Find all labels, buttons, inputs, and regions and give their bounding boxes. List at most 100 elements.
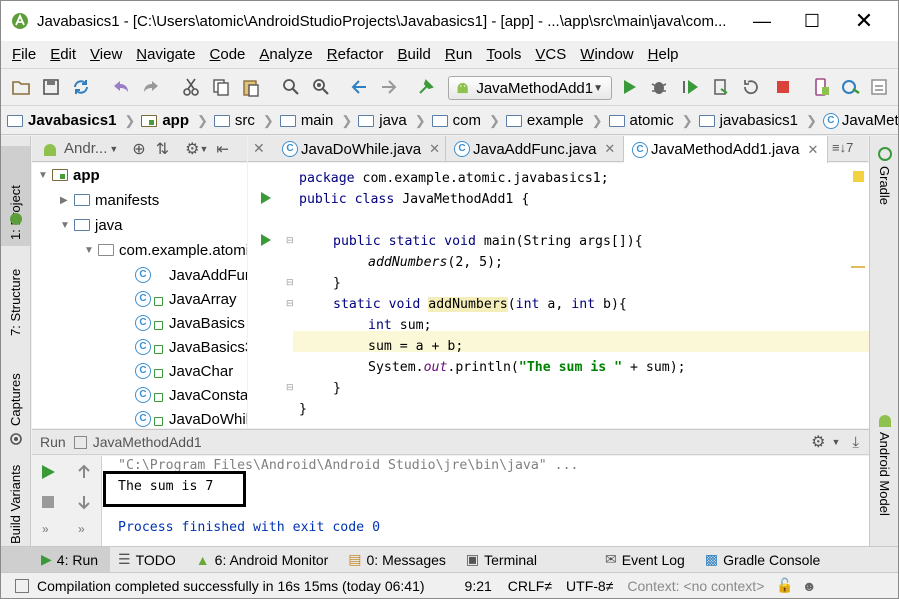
scroll-from-source-icon[interactable]: ⊕	[132, 139, 145, 159]
close-icon[interactable]: ✕	[253, 140, 265, 157]
android-device-monitor-icon[interactable]	[869, 77, 889, 97]
run-main-icon[interactable]	[260, 233, 272, 247]
settings-gear-icon[interactable]: ⚙	[185, 139, 199, 159]
run-class-icon[interactable]	[260, 191, 272, 205]
tab-javaaddfunc[interactable]: C JavaAddFunc.java ✕	[446, 136, 624, 162]
project-tool-button[interactable]: 1: Project	[1, 146, 30, 246]
crumb-class[interactable]: CJavaMethodAdd1	[817, 112, 898, 129]
context-indicator[interactable]: Context: <no context>	[627, 578, 764, 594]
tree-item-class[interactable]: C JavaChar	[135, 359, 233, 383]
tree-item-class[interactable]: C JavaArray	[135, 287, 237, 311]
more-actions-icon[interactable]: »	[42, 522, 49, 536]
menu-code[interactable]: Code	[203, 46, 253, 63]
inspector-icon[interactable]: ☻	[802, 578, 817, 594]
menu-build[interactable]: Build	[390, 46, 437, 63]
menu-tools[interactable]: Tools	[479, 46, 528, 63]
open-folder-icon[interactable]	[11, 77, 31, 97]
copy-icon[interactable]	[211, 77, 231, 97]
menu-help[interactable]: Help	[641, 46, 686, 63]
file-encoding[interactable]: UTF-8≠	[566, 578, 613, 594]
crumb-src[interactable]: src ❯	[208, 112, 274, 129]
stop-icon[interactable]	[40, 494, 56, 510]
tab-run[interactable]: ▶ 4: Run	[1, 546, 111, 573]
run-console[interactable]: "C:\Program Files\Android\Android Studio…	[102, 456, 869, 546]
profile-icon[interactable]	[711, 77, 731, 97]
sdk-manager-icon[interactable]	[841, 77, 861, 97]
tab-messages[interactable]: ▤ 0: Messages	[340, 547, 458, 573]
expand-arrow-icon[interactable]: ▼	[60, 220, 74, 231]
cut-icon[interactable]	[181, 77, 201, 97]
lock-icon[interactable]: 🔓	[776, 577, 793, 594]
rerun-icon[interactable]	[40, 464, 56, 480]
crumb-example[interactable]: example ❯	[500, 112, 603, 129]
sync-icon[interactable]	[71, 77, 91, 97]
expand-arrow-icon[interactable]: ▼	[84, 245, 98, 256]
toggle-tool-windows-icon[interactable]	[15, 578, 29, 593]
run-icon[interactable]	[619, 77, 639, 97]
tab-event-log[interactable]: ✉ Event Log	[597, 547, 697, 573]
expand-arrow-icon[interactable]: ▼	[38, 170, 52, 181]
forward-icon[interactable]	[379, 77, 399, 97]
tree-item-java[interactable]: ▼ java	[60, 213, 123, 237]
avd-manager-icon[interactable]	[811, 77, 831, 97]
crumb-java[interactable]: java ❯	[352, 112, 426, 129]
save-icon[interactable]	[41, 77, 61, 97]
attach-debugger-icon[interactable]	[681, 77, 701, 97]
menu-window[interactable]: Window	[573, 46, 640, 63]
tab-javadowhile[interactable]: C JavaDoWhile.java ✕	[274, 136, 446, 162]
run-panel-config[interactable]: JavaMethodAdd1	[93, 434, 202, 450]
back-icon[interactable]	[349, 77, 369, 97]
scroll-down-icon[interactable]	[76, 494, 92, 510]
caret-position[interactable]: 9:21	[465, 578, 492, 594]
menu-refactor[interactable]: Refactor	[320, 46, 391, 63]
captures-tool-button[interactable]: Captures	[8, 373, 23, 426]
tab-gradle-console[interactable]: ▩ Gradle Console	[697, 547, 833, 573]
code-editor[interactable]: package com.example.atomic.javabasics1; …	[293, 163, 869, 428]
crumb-atomic[interactable]: atomic ❯	[603, 112, 693, 129]
hide-panel-icon[interactable]: ⤓	[852, 434, 859, 451]
android-model-tool-button[interactable]: Android Model	[877, 432, 892, 516]
tree-item-class[interactable]: C JavaBasics3	[135, 335, 247, 359]
close-tab-icon[interactable]: ✕	[807, 142, 818, 158]
tab-javamethodadd1[interactable]: C JavaMethodAdd1.java ✕	[624, 136, 828, 163]
error-stripe-marker[interactable]	[851, 266, 865, 268]
tree-item-package[interactable]: ▼ com.example.atomic.javabasics1	[84, 238, 247, 262]
tree-item-manifests[interactable]: ▶ manifests	[60, 188, 159, 212]
chevron-down-icon[interactable]: ▼	[199, 144, 208, 154]
menu-edit[interactable]: Edit	[43, 46, 83, 63]
collapse-arrow-icon[interactable]: ▶	[60, 195, 74, 206]
redo-icon[interactable]	[141, 77, 161, 97]
apply-changes-icon[interactable]	[741, 77, 761, 97]
more-actions-icon[interactable]: »	[78, 522, 85, 536]
settings-gear-icon[interactable]: ⚙	[811, 432, 825, 452]
tree-item-class[interactable]: C JavaConstants	[135, 383, 247, 407]
chevron-down-icon[interactable]: ▼	[109, 144, 118, 154]
replace-icon[interactable]	[311, 77, 331, 97]
gradle-tool-button[interactable]: Gradle	[877, 166, 892, 205]
tree-item-class[interactable]: C JavaAddFunc	[135, 263, 247, 287]
crumb-com[interactable]: com ❯	[426, 112, 500, 129]
menu-navigate[interactable]: Navigate	[129, 46, 202, 63]
menu-vcs[interactable]: VCS	[528, 46, 573, 63]
close-tab-icon[interactable]: ✕	[429, 141, 440, 157]
project-view-selector[interactable]: Andr...	[64, 140, 107, 157]
menu-run[interactable]: Run	[438, 46, 480, 63]
hide-panel-icon[interactable]: ⇤	[216, 140, 229, 158]
collapse-all-icon[interactable]: ⇅	[156, 139, 169, 159]
minimize-icon[interactable]: —	[739, 1, 785, 41]
scroll-up-icon[interactable]	[76, 464, 92, 480]
crumb-javabasics1[interactable]: javabasics1 ❯	[693, 112, 817, 129]
stop-icon[interactable]	[773, 77, 793, 97]
close-tab-icon[interactable]: ✕	[604, 141, 615, 157]
build-variants-tool-button[interactable]: Build Variants	[8, 465, 23, 544]
undo-icon[interactable]	[111, 77, 131, 97]
menu-analyze[interactable]: Analyze	[252, 46, 319, 63]
chevron-down-icon[interactable]: ▼	[831, 437, 840, 447]
paste-icon[interactable]	[241, 77, 261, 97]
crumb-project[interactable]: Javabasics1 ❯	[1, 112, 135, 129]
maximize-icon[interactable]: ☐	[789, 1, 835, 41]
crumb-main[interactable]: main ❯	[274, 112, 352, 129]
tree-item-class[interactable]: C JavaDoWhile	[135, 407, 247, 428]
tab-android-monitor[interactable]: ▲ 6: Android Monitor	[188, 547, 340, 573]
tab-todo[interactable]: ☰ TODO	[110, 547, 188, 573]
